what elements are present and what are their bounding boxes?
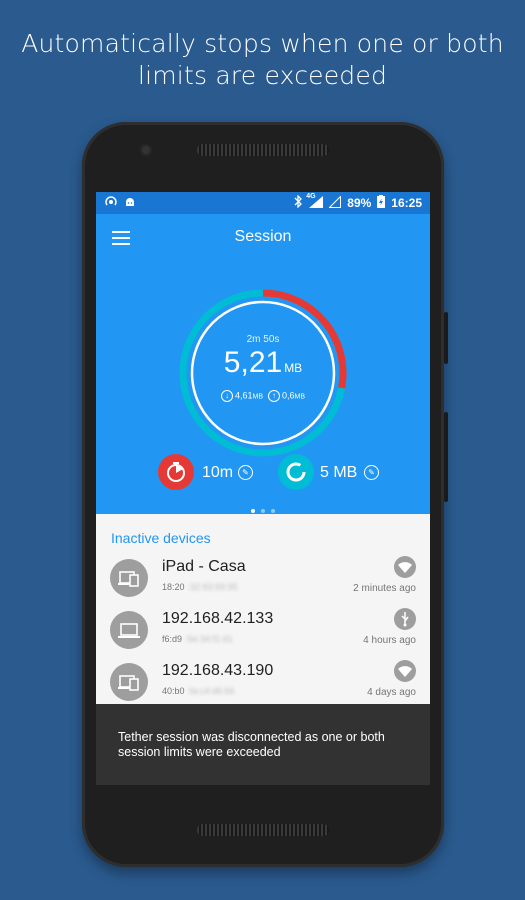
headline-line-1: Automatically stops when one or both (21, 29, 504, 58)
device-mac: 40:b0:fa:c4:d6:66 (162, 686, 235, 696)
android-icon (124, 196, 136, 211)
headline-line-2: limits are exceeded (137, 61, 388, 90)
screen: 4G 89% 16:25 Session 2m 50s 5,21 MB ↓ 4,… (96, 192, 430, 785)
device-name: iPad - Casa (162, 558, 246, 575)
signal-empty-icon (328, 194, 342, 211)
app-bar: Session (96, 214, 430, 264)
download-value: 4,61 (234, 390, 253, 401)
status-bar: 4G 89% 16:25 (96, 192, 430, 214)
page-dot-1[interactable] (251, 509, 255, 513)
session-limits: 10m ✎ 5 MB ✎ (154, 454, 394, 492)
front-camera (140, 144, 152, 156)
battery-percent: 89% (347, 196, 372, 210)
laptop-icon (110, 611, 148, 649)
device-row[interactable]: 192.168.42.133 f6:d9:5e:34:f1:d1 4 hours… (96, 604, 430, 656)
device-mac-hidden: :fa:c4:d6:66 (187, 686, 235, 696)
clock: 16:25 (391, 196, 422, 210)
device-mac-hidden: :32:93:59:95 (187, 582, 238, 592)
snackbar-message: Tether session was disconnected as one o… (118, 730, 385, 759)
top-speaker (197, 144, 329, 156)
wifi-icon (394, 660, 416, 682)
hotspot-icon (104, 195, 118, 212)
signal-4g-icon: 4G (306, 192, 324, 211)
bottom-speaker (197, 824, 329, 836)
device-row[interactable]: iPad - Casa 18:20:32:93:59:95 2 minutes … (96, 552, 430, 604)
page-dot-2[interactable] (261, 509, 265, 513)
upload-value: 0,6 (282, 390, 295, 401)
upload-icon: ↑ (268, 390, 281, 402)
data-limit-value: 5 MB (320, 464, 358, 481)
timer-icon (167, 462, 185, 482)
edit-time-limit-icon[interactable]: ✎ (238, 465, 253, 480)
wifi-icon (394, 556, 416, 578)
data-used-value: 5,21 (223, 346, 283, 379)
last-seen: 4 hours ago (363, 635, 416, 646)
device-mac-prefix: 40:b0 (162, 686, 185, 696)
data-limit-button[interactable] (278, 454, 314, 490)
page-title: Session (234, 228, 292, 245)
device-mac: 18:20:32:93:59:95 (162, 582, 238, 592)
device-name: 192.168.42.133 (162, 610, 274, 627)
traffic-breakdown: ↓ 4,61MB ↑ 0,6MB (178, 390, 348, 402)
devices-icon (110, 663, 148, 701)
device-mac-hidden: :5e:34:f1:d1 (185, 634, 233, 644)
download-unit: MB (252, 393, 264, 401)
data-used-unit: MB (284, 361, 303, 375)
elapsed-time: 2m 50s (246, 334, 280, 345)
devices-icon (110, 559, 148, 597)
bluetooth-icon (294, 194, 303, 211)
device-row[interactable]: 192.168.43.190 40:b0:fa:c4:d6:66 4 days … (96, 656, 430, 708)
snackbar: Tether session was disconnected as one o… (96, 704, 430, 785)
inactive-devices-title: Inactive devices (111, 530, 211, 546)
network-type-label: 4G (306, 192, 316, 200)
time-limit-button[interactable] (158, 454, 194, 490)
data-used: 5,21 MB (178, 346, 348, 380)
last-seen: 2 minutes ago (353, 583, 416, 594)
headline: Automatically stops when one or both lim… (0, 28, 525, 92)
usb-icon (394, 608, 416, 630)
volume-button (444, 412, 448, 502)
phone-frame: 4G 89% 16:25 Session 2m 50s 5,21 MB ↓ 4,… (82, 122, 448, 867)
session-gauge: 2m 50s 5,21 MB ↓ 4,61MB ↑ 0,6MB (178, 288, 348, 458)
last-seen: 4 days ago (367, 687, 416, 698)
battery-charging-icon (377, 195, 386, 211)
time-limit-value: 10m (202, 464, 234, 481)
download-icon: ↓ (220, 390, 233, 402)
device-mac-prefix: 18:20 (162, 582, 185, 592)
upload-unit: MB (294, 393, 306, 401)
device-name: 192.168.43.190 (162, 662, 274, 679)
power-button (444, 312, 448, 364)
device-mac: f6:d9:5e:34:f1:d1 (162, 634, 233, 644)
data-gauge-icon (286, 462, 306, 482)
edit-data-limit-icon[interactable]: ✎ (364, 465, 379, 480)
page-dot-3[interactable] (271, 509, 275, 513)
device-mac-prefix: f6:d9 (162, 634, 183, 644)
